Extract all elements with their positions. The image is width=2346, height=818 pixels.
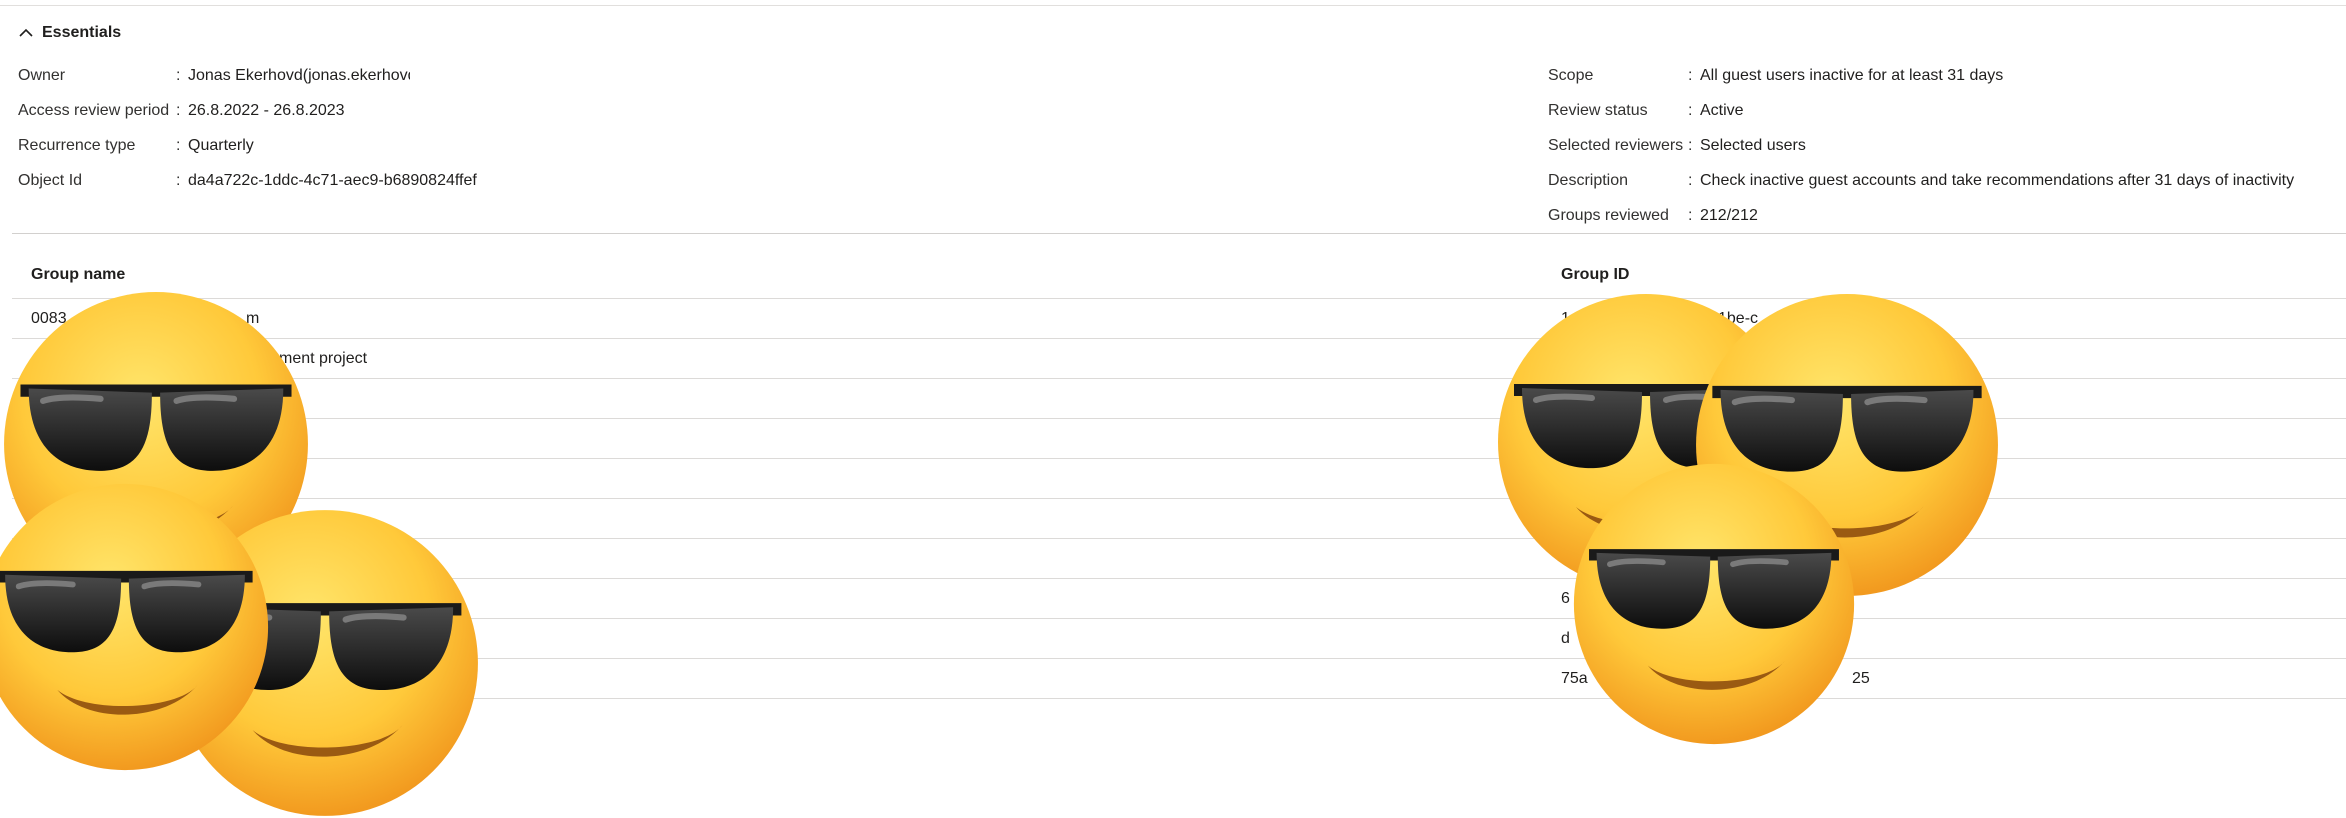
- property-colon: :: [1688, 67, 1693, 84]
- property-scope: Scope : All guest users inactive for at …: [1548, 65, 2003, 87]
- essentials-divider: [12, 233, 2346, 234]
- property-label: Recurrence type: [18, 137, 136, 154]
- essentials-label: Essentials: [42, 24, 122, 41]
- column-header-group-id[interactable]: Group ID: [1561, 266, 1629, 284]
- smiling-face-with-sunglasses-icon: [0, 482, 270, 772]
- object-id-value: da4a722c-1ddc-4c71-aec9-b6890824ffef: [188, 172, 477, 189]
- property-label: Review status: [1548, 102, 1648, 119]
- property-colon: :: [1688, 102, 1693, 119]
- description-value: Check inactive guest accounts and take r…: [1700, 172, 2295, 189]
- essentials-toggle[interactable]: Essentials: [18, 24, 121, 42]
- smiling-face-with-sunglasses-icon: [1572, 462, 1856, 746]
- top-divider: [0, 5, 2346, 6]
- property-colon: :: [176, 67, 181, 84]
- recurrence-type-value: Quarterly: [188, 137, 254, 154]
- property-colon: :: [1688, 207, 1693, 224]
- review-status-value: Active: [1700, 102, 1744, 119]
- access-review-period-value: 26.8.2022 - 26.8.2023: [188, 102, 345, 119]
- scope-value: All guest users inactive for at least 31…: [1700, 67, 2004, 84]
- groups-reviewed-value: 212/212: [1700, 207, 1758, 224]
- property-selected-reviewers: Selected reviewers : Selected users: [1548, 135, 1806, 157]
- group-id-cell: 6: [1561, 590, 1570, 607]
- property-label: Groups reviewed: [1548, 207, 1669, 224]
- property-review-status: Review status : Active: [1548, 100, 1744, 122]
- property-label: Scope: [1548, 67, 1594, 84]
- property-label: Access review period: [18, 102, 170, 119]
- property-access-review-period: Access review period : 26.8.2022 - 26.8.…: [18, 100, 345, 122]
- column-header-group-name[interactable]: Group name: [31, 266, 125, 284]
- property-colon: :: [1688, 172, 1693, 189]
- property-recurrence-type: Recurrence type : Quarterly: [18, 135, 254, 157]
- property-colon: :: [176, 102, 181, 119]
- property-description: Description : Check inactive guest accou…: [1548, 170, 2294, 192]
- chevron-up-icon: [19, 28, 33, 37]
- property-colon: :: [176, 172, 181, 189]
- selected-reviewers-value[interactable]: Selected users: [1700, 137, 1806, 155]
- property-label: Owner: [18, 67, 66, 84]
- property-label: Selected reviewers: [1548, 137, 1684, 154]
- property-colon: :: [1688, 137, 1693, 154]
- property-label: Description: [1548, 172, 1629, 189]
- property-object-id: Object Id : da4a722c-1ddc-4c71-aec9-b689…: [18, 170, 477, 192]
- owner-value[interactable]: Jonas Ekerhovd(jonas.ekerhovd: [188, 67, 410, 85]
- property-groups-reviewed: Groups reviewed : 212/212: [1548, 205, 1758, 227]
- property-colon: :: [176, 137, 181, 154]
- property-label: Object Id: [18, 172, 83, 189]
- property-owner: Owner : Jonas Ekerhovd(jonas.ekerhovd: [18, 65, 410, 87]
- group-id-cell: d: [1561, 630, 1570, 647]
